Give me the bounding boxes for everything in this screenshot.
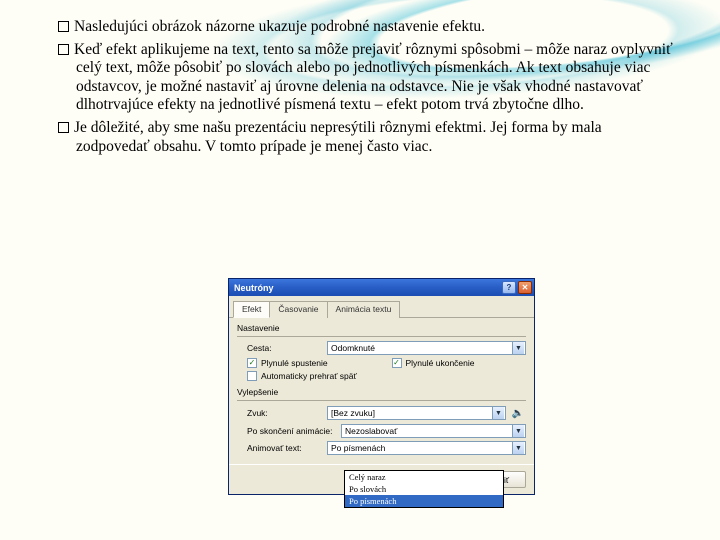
- chevron-down-icon: ▼: [492, 407, 504, 419]
- tab-animacia-textu[interactable]: Animácia textu: [327, 301, 401, 318]
- slide-text-block: Nasledujúci obrázok názorne ukazuje podr…: [0, 0, 720, 156]
- field-animovat-text[interactable]: Po písmenách ▼: [327, 441, 526, 455]
- field-value: Po písmenách: [331, 443, 385, 453]
- option-label: Po slovách: [349, 484, 386, 494]
- bullet-icon: [58, 122, 69, 133]
- field-zvuk[interactable]: [Bez zvuku] ▼: [327, 406, 506, 420]
- checkbox-auto-prehrat-spat[interactable]: Automaticky prehrať späť: [237, 371, 526, 381]
- tab-label: Animácia textu: [336, 304, 392, 314]
- dialog-title: Neutróny: [234, 283, 274, 293]
- dropdown-option[interactable]: Po slovách: [345, 483, 503, 495]
- bullet-icon: [58, 44, 69, 55]
- option-label: Po písmenách: [349, 496, 396, 506]
- label-cesta: Cesta:: [237, 343, 323, 353]
- field-cesta[interactable]: Odomknuté ▼: [327, 341, 526, 355]
- checkbox-plynule-ukoncenie[interactable]: ✓ Plynulé ukončenie: [382, 358, 527, 368]
- dialog-titlebar[interactable]: Neutróny ? ✕: [229, 279, 534, 296]
- field-poskonceni[interactable]: Nezoslabovať ▼: [341, 424, 526, 438]
- label-animovat-text: Animovať text:: [237, 443, 323, 453]
- dropdown-option[interactable]: Celý naraz: [345, 471, 503, 483]
- group-vylepsenie-label: Vylepšenie: [237, 387, 526, 397]
- chevron-down-icon: ▼: [512, 425, 524, 437]
- dialog-tabs: Efekt Časovanie Animácia textu: [229, 296, 534, 318]
- group-nastavenie-label: Nastavenie: [237, 323, 526, 333]
- checkbox-icon: ✓: [247, 358, 257, 368]
- dropdown-option-selected[interactable]: Po písmenách: [345, 495, 503, 507]
- option-label: Celý naraz: [349, 472, 386, 482]
- tab-efekt[interactable]: Efekt: [233, 301, 270, 318]
- bullet-icon: [58, 21, 69, 32]
- label-poskonceni: Po skončení animácie:: [237, 426, 337, 436]
- speaker-icon[interactable]: 🔈: [510, 405, 526, 421]
- chevron-down-icon: ▼: [512, 342, 524, 354]
- checkbox-icon: [247, 371, 257, 381]
- checkbox-label: Plynulé ukončenie: [406, 358, 475, 368]
- paragraph-text: Keď efekt aplikujeme na text, tento sa m…: [74, 41, 673, 114]
- field-value: [Bez zvuku]: [331, 408, 375, 418]
- bullet-paragraph: Je dôležité, aby sme našu prezentáciu ne…: [58, 119, 678, 156]
- bullet-paragraph: Nasledujúci obrázok názorne ukazuje podr…: [58, 18, 678, 37]
- field-value: Nezoslabovať: [345, 426, 397, 436]
- dialog-panel: Nastavenie Cesta: Odomknuté ▼ ✓ Plynulé …: [229, 318, 534, 464]
- tab-label: Efekt: [242, 304, 261, 314]
- checkbox-plynule-spustenie[interactable]: ✓ Plynulé spustenie: [237, 358, 382, 368]
- tab-label: Časovanie: [278, 304, 318, 314]
- tab-casovanie[interactable]: Časovanie: [269, 301, 327, 318]
- help-button[interactable]: ?: [502, 281, 516, 294]
- checkbox-icon: ✓: [392, 358, 402, 368]
- paragraph-text: Nasledujúci obrázok názorne ukazuje podr…: [74, 18, 485, 35]
- chevron-down-icon: ▼: [512, 442, 524, 454]
- label-zvuk: Zvuk:: [237, 408, 323, 418]
- close-button[interactable]: ✕: [518, 281, 532, 294]
- effect-options-dialog: Neutróny ? ✕ Efekt Časovanie Animácia te…: [228, 278, 535, 495]
- bullet-paragraph: Keď efekt aplikujeme na text, tento sa m…: [58, 41, 678, 115]
- paragraph-text: Je dôležité, aby sme našu prezentáciu ne…: [74, 119, 602, 155]
- checkbox-label: Automaticky prehrať späť: [261, 371, 357, 381]
- field-value: Odomknuté: [331, 343, 375, 353]
- checkbox-label: Plynulé spustenie: [261, 358, 328, 368]
- animovat-text-dropdown[interactable]: Celý naraz Po slovách Po písmenách: [344, 470, 504, 508]
